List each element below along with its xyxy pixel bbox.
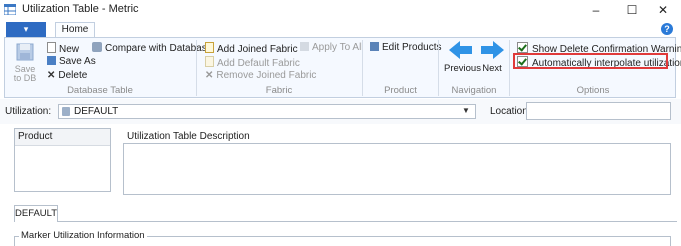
remove-joined-fabric-button[interactable]: ✕ Remove Joined Fabric bbox=[205, 70, 316, 81]
add-default-icon bbox=[205, 56, 214, 67]
compare-database-button[interactable]: Compare with Database bbox=[92, 42, 212, 54]
group-label-fabric: Fabric bbox=[265, 85, 293, 96]
location-input[interactable] bbox=[526, 102, 671, 120]
apply-to-all-label: Apply To All bbox=[312, 42, 364, 53]
utilization-label: Utilization: bbox=[5, 106, 52, 117]
description-textarea[interactable] bbox=[123, 143, 671, 195]
product-header-label: Product bbox=[18, 131, 53, 142]
tab-default[interactable]: DEFAULT bbox=[14, 205, 58, 222]
utilization-select[interactable]: DEFAULT ▼ bbox=[58, 104, 476, 119]
app-icon bbox=[4, 4, 16, 15]
edit-products-button[interactable]: Edit Products bbox=[370, 42, 441, 53]
delete-x-icon: ✕ bbox=[47, 70, 56, 81]
delete-label: Delete bbox=[58, 70, 88, 81]
group-label-product: Product bbox=[384, 85, 417, 96]
tab-strip-divider bbox=[14, 221, 677, 222]
save-as-icon bbox=[47, 56, 56, 65]
group-label-database-table: Database Table bbox=[67, 85, 133, 96]
group-label-options: Options bbox=[576, 85, 610, 96]
apply-to-all-button[interactable]: Apply To All bbox=[300, 42, 364, 53]
description-label: Utilization Table Description bbox=[127, 131, 250, 142]
highlight-box bbox=[513, 53, 668, 69]
chevron-down-icon: ▼ bbox=[462, 106, 470, 115]
add-default-label: Add Default Fabric bbox=[217, 58, 300, 69]
save-label-line2: to DB bbox=[13, 73, 37, 83]
utilization-table-icon bbox=[62, 107, 70, 116]
tab-home[interactable]: Home bbox=[55, 22, 95, 38]
next-button[interactable]: Next bbox=[480, 40, 504, 74]
arrow-left-icon bbox=[449, 41, 472, 59]
remove-x-icon: ✕ bbox=[205, 70, 214, 81]
add-joined-fabric-button[interactable]: Add Joined Fabric bbox=[205, 42, 298, 55]
save-disk-icon bbox=[16, 43, 34, 61]
previous-button[interactable]: Previous bbox=[444, 40, 481, 74]
add-default-fabric-button[interactable]: Add Default Fabric bbox=[205, 56, 300, 69]
save-as-label: Save As bbox=[59, 56, 96, 67]
delete-button[interactable]: ✕ Delete bbox=[47, 70, 87, 81]
add-joined-label: Add Joined Fabric bbox=[217, 44, 298, 55]
edit-products-label: Edit Products bbox=[382, 42, 442, 53]
new-document-icon bbox=[47, 42, 56, 53]
close-button[interactable]: ✕ bbox=[645, 0, 681, 20]
edit-products-icon bbox=[370, 42, 379, 51]
checkbox-checked-icon bbox=[517, 42, 528, 53]
new-button[interactable]: New bbox=[47, 42, 79, 55]
location-label: Location bbox=[490, 106, 528, 117]
arrow-right-icon bbox=[481, 41, 504, 59]
minimize-button[interactable]: – bbox=[578, 0, 614, 20]
new-label: New bbox=[59, 44, 80, 55]
file-tab[interactable]: ▾ bbox=[6, 22, 46, 37]
file-menu-icon: ▾ bbox=[23, 24, 29, 34]
next-label: Next bbox=[482, 63, 502, 74]
remove-joined-label: Remove Joined Fabric bbox=[216, 70, 317, 81]
previous-label: Previous bbox=[444, 63, 481, 74]
window-title: Utilization Table - Metric bbox=[22, 3, 139, 15]
utilization-value: DEFAULT bbox=[74, 106, 119, 117]
group-label-navigation: Navigation bbox=[451, 85, 497, 96]
save-as-button[interactable]: Save As bbox=[47, 56, 96, 67]
add-document-icon bbox=[205, 42, 214, 53]
help-icon[interactable]: ? bbox=[661, 23, 673, 35]
compare-database-icon bbox=[92, 42, 102, 52]
save-to-db-button[interactable]: Save to DB bbox=[10, 42, 40, 83]
product-list-header: Product bbox=[15, 129, 110, 146]
marker-utilization-title: Marker Utilization Information bbox=[19, 230, 147, 241]
apply-all-icon bbox=[300, 42, 309, 51]
